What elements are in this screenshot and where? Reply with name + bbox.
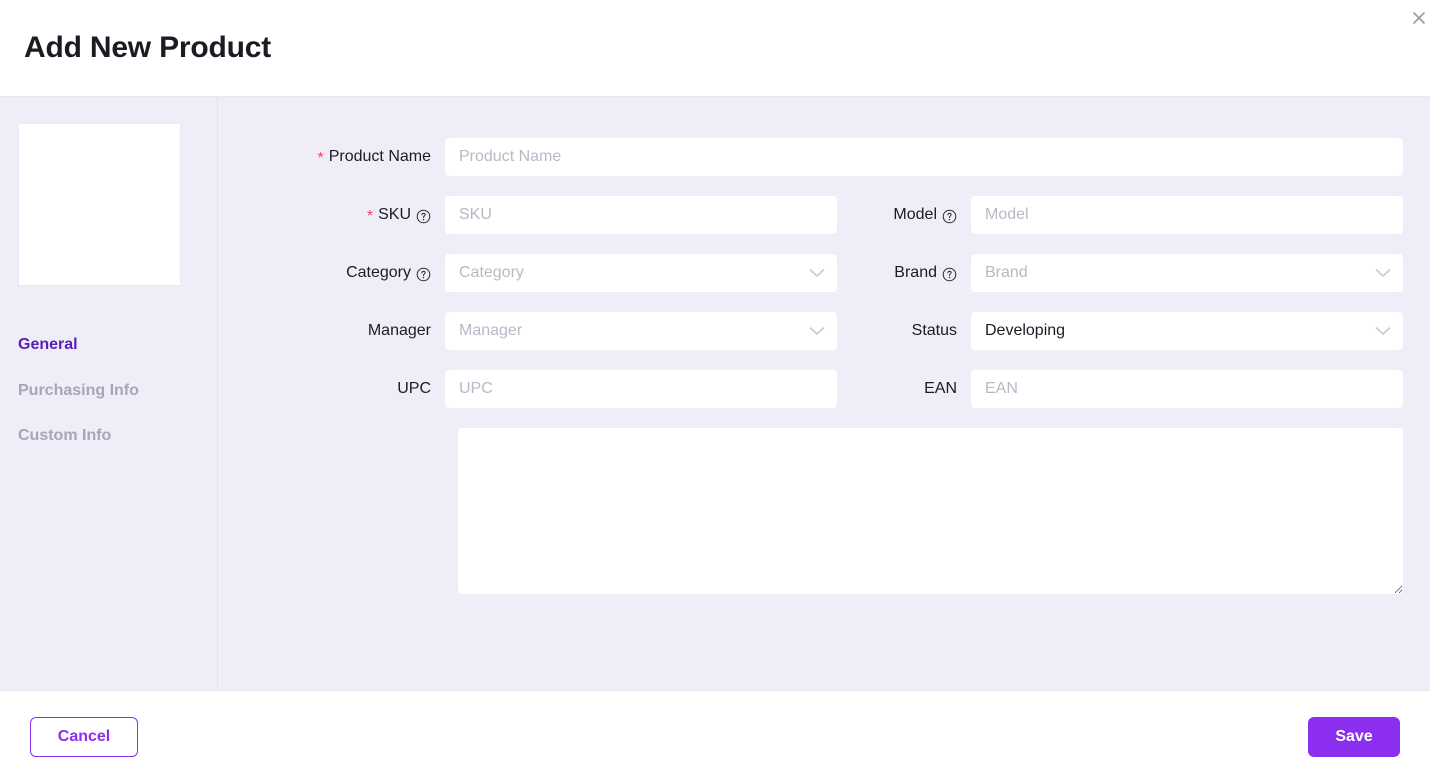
help-circle-icon[interactable] <box>416 209 431 224</box>
label-model: Model <box>852 206 970 224</box>
description-textarea[interactable] <box>457 427 1404 595</box>
help-circle-icon[interactable] <box>416 267 431 282</box>
control-ean <box>970 369 1404 409</box>
field-model: Model <box>852 195 1404 235</box>
field-sku: * SKU <box>276 195 838 235</box>
label-text: EAN <box>924 380 957 397</box>
form-area: * Product Name * SKU <box>218 97 1430 690</box>
sidebar-item-purchasing-info[interactable]: Purchasing Info <box>18 368 217 414</box>
label-upc: UPC <box>276 380 444 398</box>
add-product-dialog: Add New Product General Purchasing Info … <box>0 0 1430 782</box>
control-sku <box>444 195 838 235</box>
field-manager: Manager <box>276 311 838 351</box>
label-text: UPC <box>397 380 431 397</box>
ean-input[interactable] <box>970 369 1404 409</box>
label-text: Model <box>893 206 937 223</box>
form-row-manager-status: Manager Status <box>276 311 1404 351</box>
label-text: SKU <box>378 206 411 223</box>
sku-input[interactable] <box>444 195 838 235</box>
upc-input[interactable] <box>444 369 838 409</box>
control-status <box>970 311 1404 351</box>
form-row-category-brand: Category Category Brand Brand <box>276 253 1404 293</box>
help-circle-icon[interactable] <box>942 267 957 282</box>
status-select[interactable] <box>970 311 1404 351</box>
label-text: Product Name <box>328 148 431 165</box>
sidebar-item-general[interactable]: General <box>18 322 217 368</box>
field-status: Status <box>852 311 1404 351</box>
manager-select[interactable] <box>444 311 838 351</box>
label-product-name: * Product Name <box>276 148 444 167</box>
close-icon[interactable] <box>1402 2 1430 36</box>
cancel-button[interactable]: Cancel <box>30 716 138 757</box>
control-product-name <box>444 137 1404 177</box>
control-description <box>457 427 1404 595</box>
field-upc: UPC <box>276 369 838 409</box>
control-manager <box>444 311 838 351</box>
required-asterisk-icon: * <box>317 150 324 167</box>
category-select[interactable] <box>444 253 838 293</box>
field-brand: Brand <box>852 253 1404 293</box>
help-circle-icon[interactable] <box>942 209 957 224</box>
label-category: Category <box>276 264 444 282</box>
label-ean: EAN <box>852 380 970 398</box>
label-text: Status <box>911 322 957 339</box>
sidebar: General Purchasing Info Custom Info <box>0 97 218 690</box>
label-sku: * SKU <box>276 206 444 225</box>
control-brand <box>970 253 1404 293</box>
dialog-header: Add New Product <box>0 0 1430 97</box>
label-text: Manager <box>367 322 431 339</box>
form-row-sku-model: * SKU SKU Model Model <box>276 195 1404 235</box>
page-title: Add New Product <box>24 31 272 64</box>
label-text: Brand <box>894 264 937 281</box>
label-status: Status <box>852 322 970 340</box>
label-manager: Manager <box>276 322 444 340</box>
model-input[interactable] <box>970 195 1404 235</box>
required-asterisk-icon: * <box>366 208 374 225</box>
sidebar-item-custom-info[interactable]: Custom Info <box>18 413 217 459</box>
dialog-body: General Purchasing Info Custom Info * Pr… <box>0 97 1430 690</box>
product-image-placeholder[interactable] <box>18 123 181 286</box>
control-upc <box>444 369 838 409</box>
dialog-footer: Cancel Save <box>0 690 1430 782</box>
sidebar-nav: General Purchasing Info Custom Info <box>18 322 217 459</box>
control-category <box>444 253 838 293</box>
field-ean: EAN <box>852 369 1404 409</box>
field-product-name: * Product Name <box>276 137 1404 177</box>
form-row-product-name: * Product Name <box>276 137 1404 177</box>
control-model <box>970 195 1404 235</box>
brand-select[interactable] <box>970 253 1404 293</box>
form-row-upc-ean: UPC EAN <box>276 369 1404 409</box>
form-row-description <box>276 427 1404 595</box>
label-text: Category <box>346 264 411 281</box>
save-button[interactable]: Save <box>1308 716 1400 757</box>
label-brand: Brand <box>852 264 970 282</box>
product-name-input[interactable] <box>444 137 1404 177</box>
field-category: Category <box>276 253 838 293</box>
